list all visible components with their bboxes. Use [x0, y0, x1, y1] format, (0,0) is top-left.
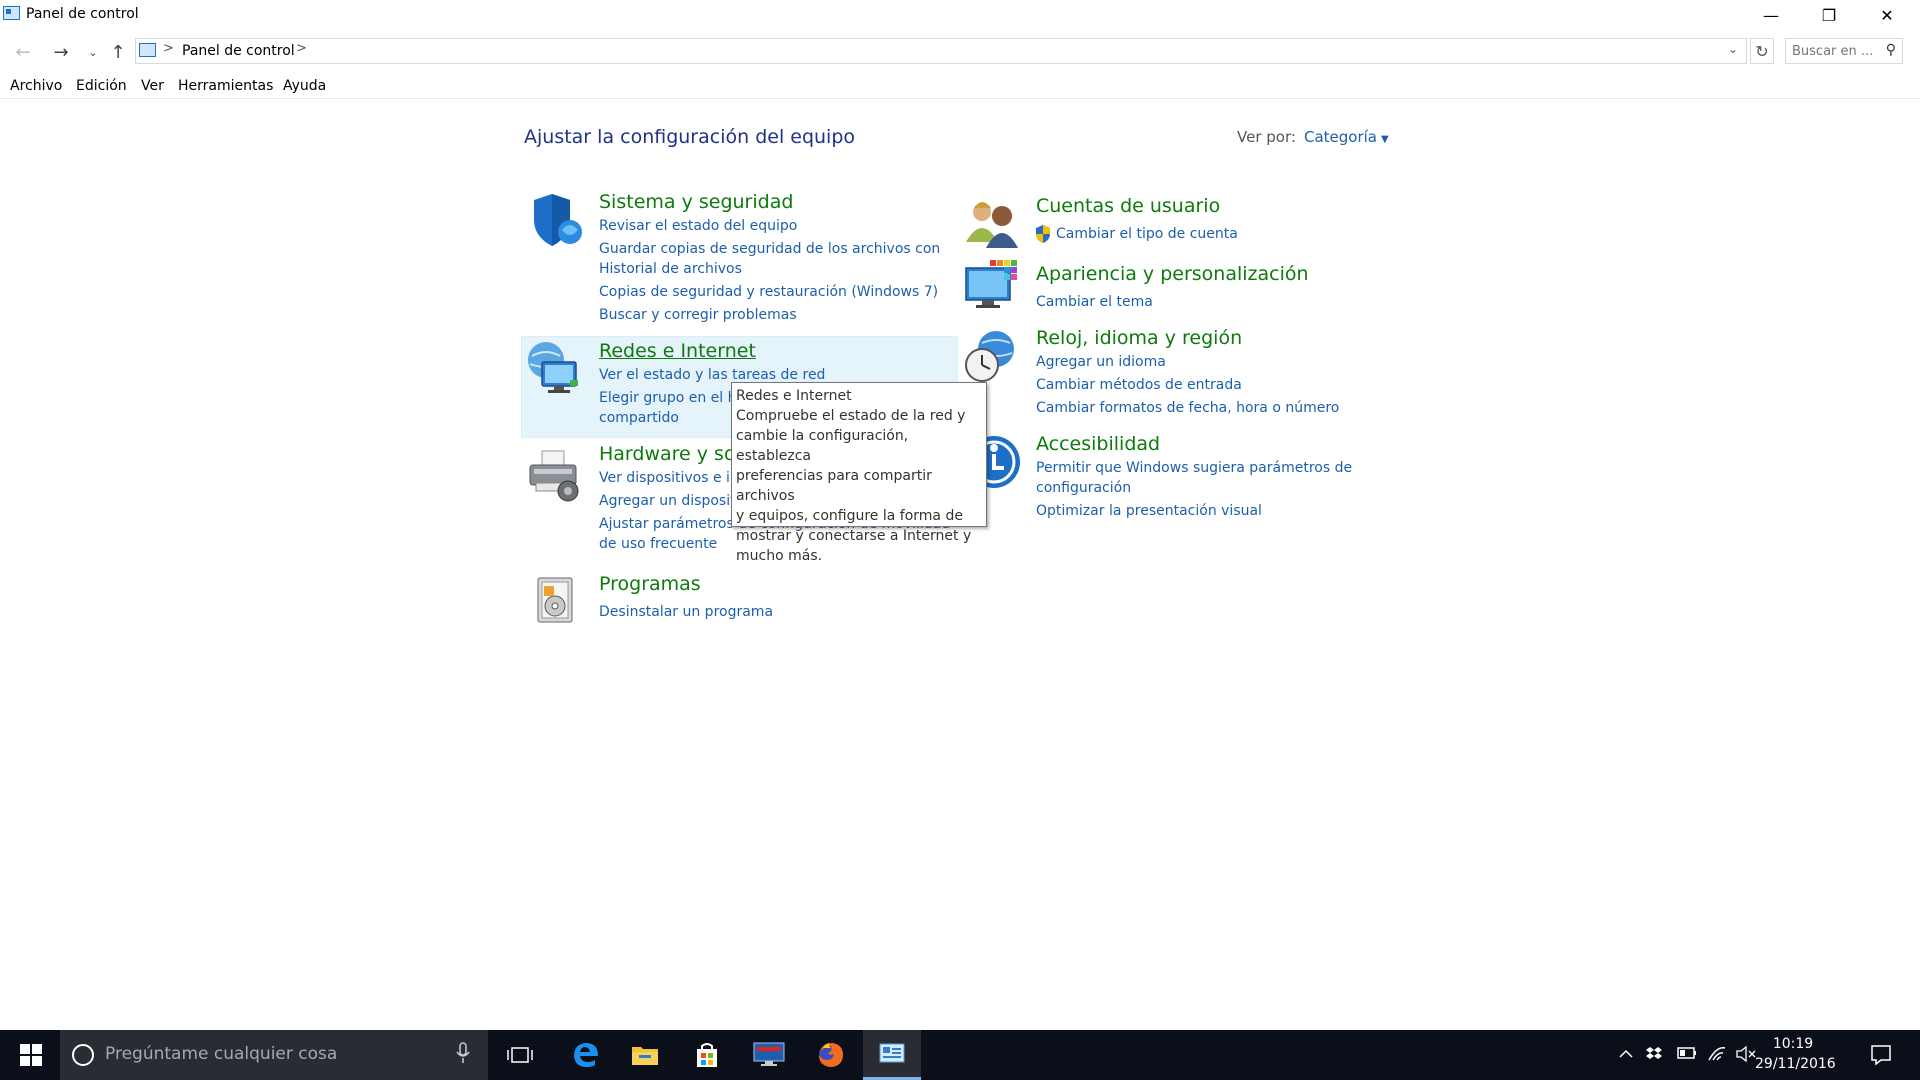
control-panel-taskbar-button[interactable]: [863, 1030, 921, 1080]
chevron-down-icon[interactable]: ⌄: [1728, 42, 1738, 56]
taskbar-clock[interactable]: 10:19 29/11/2016: [1755, 1034, 1836, 1074]
window-title: Panel de control: [26, 6, 139, 22]
category-title-redes[interactable]: Redes e Internet: [599, 340, 756, 362]
title-bar: Panel de control — ❐ ✕: [0, 0, 1920, 30]
link-uso-frecuente[interactable]: de uso frecuente: [599, 534, 717, 554]
network-icon[interactable]: [526, 340, 582, 396]
chevron-up-icon[interactable]: [1618, 1046, 1634, 1066]
wifi-icon[interactable]: [1707, 1046, 1727, 1066]
link-configuracion[interactable]: configuración: [1036, 478, 1131, 498]
category-title-cuentas[interactable]: Cuentas de usuario: [1036, 195, 1220, 217]
minimize-button[interactable]: —: [1742, 0, 1800, 30]
refresh-icon[interactable]: ↻: [1750, 38, 1774, 64]
menu-archivo[interactable]: Archivo: [10, 78, 62, 94]
link-buscar-problemas[interactable]: Buscar y corregir problemas: [599, 305, 797, 325]
link-copias-restauracion[interactable]: Copias de seguridad y restauración (Wind…: [599, 282, 938, 302]
tooltip-line: mostrar y conectarse a Internet y: [736, 528, 972, 544]
forward-arrow-icon[interactable]: →: [50, 41, 72, 63]
search-box[interactable]: ⚲: [1785, 38, 1903, 64]
link-cambiar-tema[interactable]: Cambiar el tema: [1036, 292, 1153, 312]
store-icon[interactable]: [678, 1030, 736, 1080]
view-by-value[interactable]: Categoría: [1304, 128, 1377, 146]
category-title-apariencia[interactable]: Apariencia y personalización: [1036, 263, 1309, 285]
category-title-programas[interactable]: Programas: [599, 573, 701, 595]
shield-icon[interactable]: [528, 192, 584, 248]
link-optimizar-presentacion[interactable]: Optimizar la presentación visual: [1036, 501, 1262, 521]
link-permitir-sugerir[interactable]: Permitir que Windows sugiera parámetros …: [1036, 458, 1352, 478]
view-by-dropdown[interactable]: Categoría ▼: [1304, 128, 1389, 146]
lenovo-icon[interactable]: [740, 1030, 798, 1080]
category-title-sistema[interactable]: Sistema y seguridad: [599, 191, 793, 213]
cortana-placeholder[interactable]: Pregúntame cualquier cosa: [105, 1044, 337, 1064]
category-title-accesibilidad[interactable]: Accesibilidad: [1036, 433, 1160, 455]
link-cambiar-tipo-cuenta[interactable]: Cambiar el tipo de cuenta: [1056, 224, 1238, 244]
taskbar: Pregúntame cualquier cosa 10:19 29/11/20…: [0, 1030, 1920, 1080]
back-arrow-icon[interactable]: ←: [12, 41, 34, 63]
view-by-label: Ver por:: [1237, 128, 1296, 146]
breadcrumb-separator[interactable]: >: [296, 41, 307, 56]
link-revisar-estado[interactable]: Revisar el estado del equipo: [599, 216, 797, 236]
dropbox-icon[interactable]: [1645, 1046, 1663, 1066]
tooltip-line: cambie la configuración, establezca: [736, 428, 909, 464]
control-panel-icon: [3, 6, 20, 20]
menu-ver[interactable]: Ver: [141, 78, 164, 94]
breadcrumb-panel-de-control[interactable]: Panel de control: [182, 43, 295, 59]
firefox-icon[interactable]: [802, 1030, 860, 1080]
menu-bar: Archivo Edición Ver Herramientas Ayuda: [0, 77, 1920, 99]
link-compartido[interactable]: compartido: [599, 408, 679, 428]
close-button[interactable]: ✕: [1858, 0, 1916, 30]
tooltip-title: Redes e Internet: [736, 388, 852, 404]
menu-herramientas[interactable]: Herramientas: [178, 78, 273, 94]
restore-button[interactable]: ❐: [1800, 0, 1858, 30]
breadcrumb-separator[interactable]: >: [163, 41, 174, 56]
cortana-search-box[interactable]: Pregúntame cualquier cosa: [60, 1030, 488, 1080]
tooltip-line: preferencias para compartir archivos: [736, 468, 932, 504]
caret-down-icon[interactable]: ▼: [1381, 134, 1389, 145]
search-input[interactable]: [1792, 40, 1876, 62]
search-icon[interactable]: ⚲: [1886, 42, 1896, 58]
page-title: Ajustar la configuración del equipo: [524, 126, 856, 148]
tooltip: Redes e Internet Compruebe el estado de …: [731, 382, 987, 564]
link-agregar-idioma[interactable]: Agregar un idioma: [1036, 352, 1166, 372]
users-icon[interactable]: [964, 196, 1020, 252]
appearance-icon[interactable]: [964, 258, 1020, 314]
microphone-icon[interactable]: [456, 1042, 470, 1069]
clock-time[interactable]: 10:19: [1755, 1034, 1831, 1054]
control-panel-icon: [139, 43, 156, 57]
volume-muted-icon[interactable]: [1736, 1045, 1756, 1066]
printer-icon[interactable]: [526, 447, 582, 503]
notifications-icon[interactable]: [1870, 1044, 1892, 1070]
link-cambiar-metodos-entrada[interactable]: Cambiar métodos de entrada: [1036, 375, 1242, 395]
link-cambiar-formatos-fecha[interactable]: Cambiar formatos de fecha, hora o número: [1036, 398, 1339, 418]
menu-ayuda[interactable]: Ayuda: [283, 78, 326, 94]
up-arrow-icon[interactable]: ↑: [107, 41, 129, 63]
uac-shield-icon: [1035, 225, 1051, 243]
link-desinstalar-programa[interactable]: Desinstalar un programa: [599, 602, 773, 622]
programs-icon[interactable]: [530, 572, 586, 628]
tooltip-line: Compruebe el estado de la red y: [736, 408, 966, 424]
clock-globe-icon[interactable]: [962, 329, 1018, 385]
link-guardar-copias[interactable]: Guardar copias de seguridad de los archi…: [599, 239, 940, 259]
recent-dropdown-icon[interactable]: ⌄: [82, 41, 104, 63]
tooltip-line: mucho más.: [736, 548, 823, 564]
edge-icon[interactable]: [556, 1030, 614, 1080]
navigation-bar: ← → ⌄ ↑ > Panel de control > ⌄ ↻ ⚲: [0, 35, 1920, 67]
battery-icon[interactable]: [1677, 1046, 1697, 1064]
file-explorer-icon[interactable]: [616, 1030, 674, 1080]
category-title-reloj[interactable]: Reloj, idioma y región: [1036, 327, 1242, 349]
clock-date[interactable]: 29/11/2016: [1755, 1054, 1836, 1074]
tooltip-line: y equipos, configure la forma de: [736, 508, 963, 524]
menu-edicion[interactable]: Edición: [76, 78, 127, 94]
link-historial-archivos[interactable]: Historial de archivos: [599, 259, 742, 279]
address-bar[interactable]: > Panel de control > ⌄: [135, 38, 1747, 64]
windows-start-icon[interactable]: [2, 1030, 60, 1080]
task-view-icon[interactable]: [491, 1030, 549, 1080]
cortana-icon[interactable]: [72, 1044, 94, 1066]
